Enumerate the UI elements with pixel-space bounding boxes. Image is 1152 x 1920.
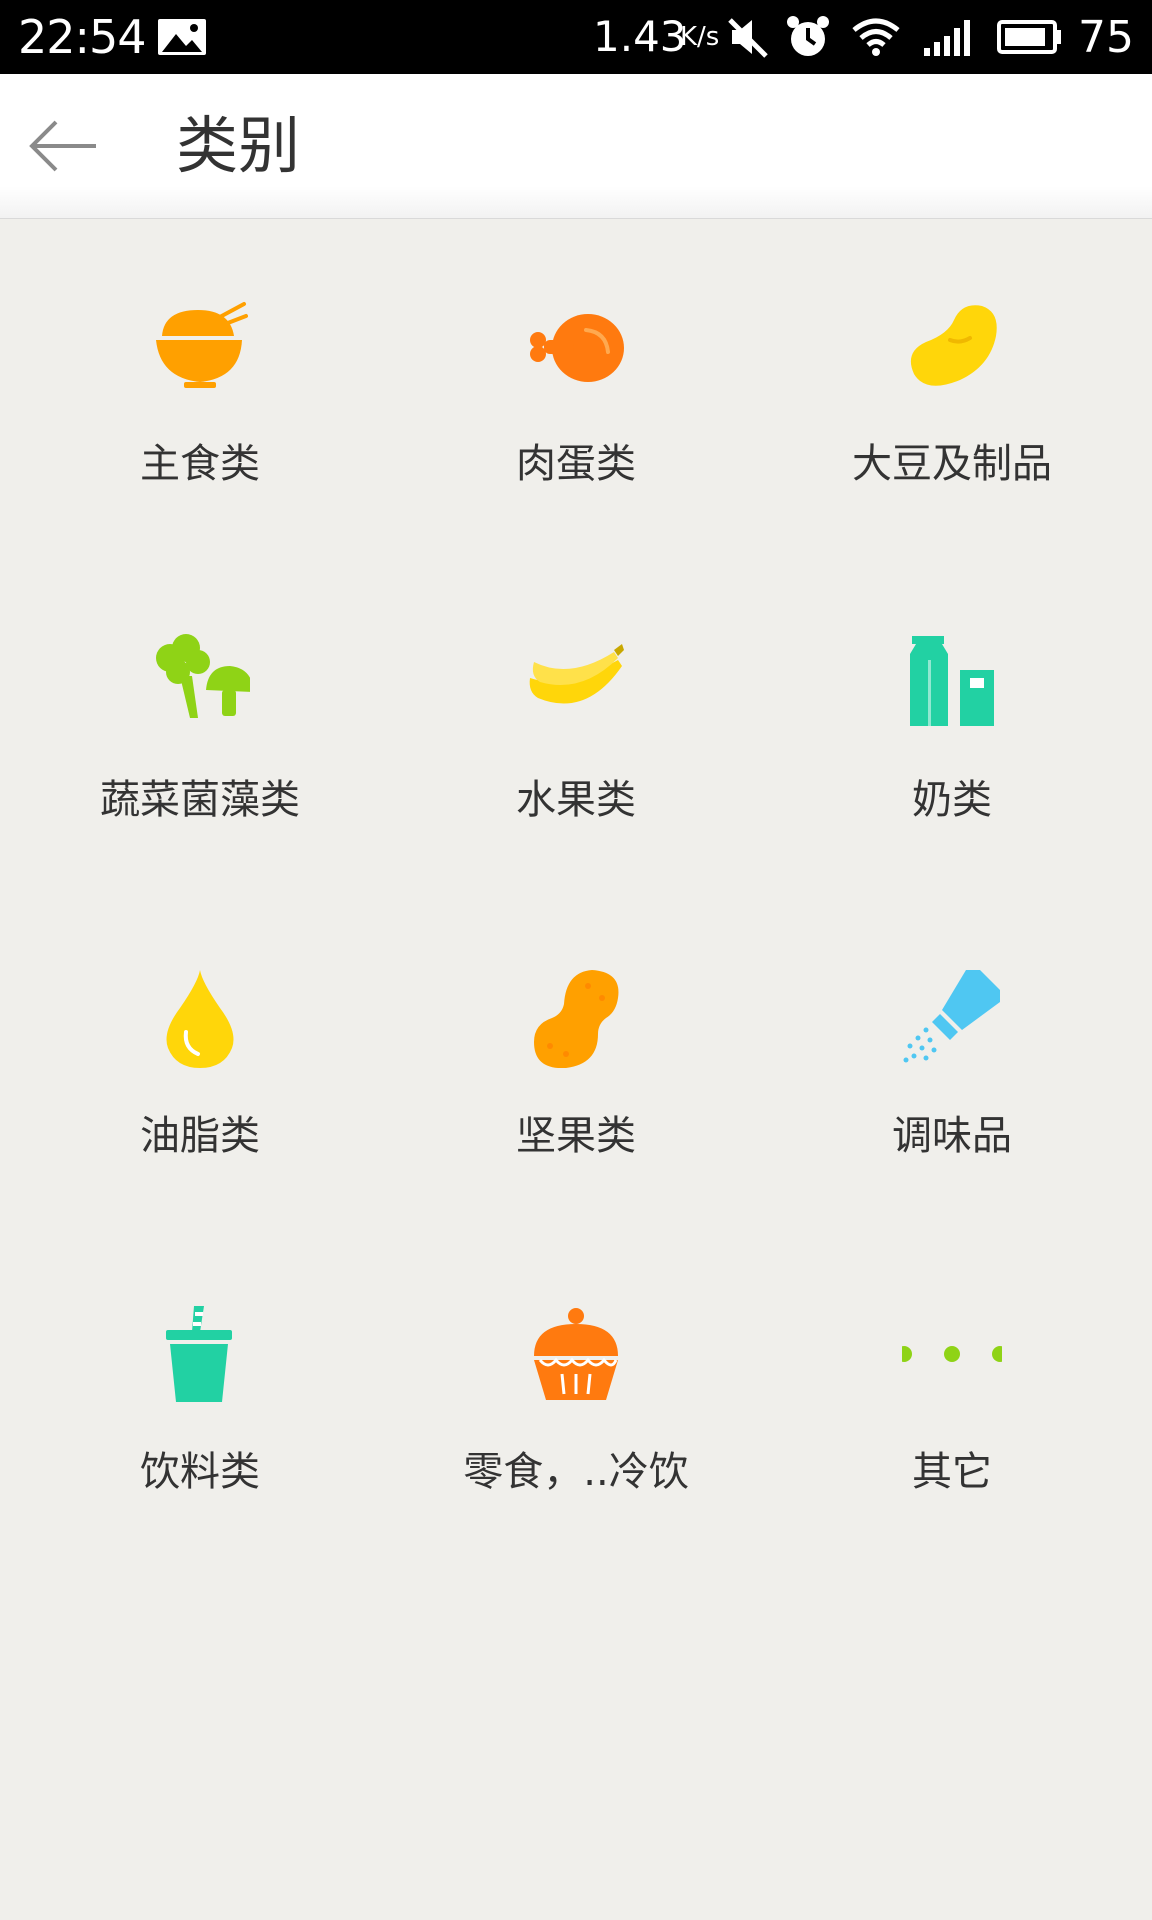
category-label: 调味品 bbox=[892, 1113, 1012, 1159]
rice-bowl-icon bbox=[156, 302, 248, 388]
category-label: 蔬菜菌藻类 bbox=[100, 777, 300, 823]
broccoli-mushroom-icon bbox=[156, 634, 250, 718]
category-label: 饮料类 bbox=[140, 1449, 260, 1495]
category-label: 大豆及制品 bbox=[852, 441, 1052, 487]
category-label: 水果类 bbox=[516, 777, 636, 823]
category-item-oil[interactable]: 油脂类 bbox=[12, 892, 388, 1228]
salt-shaker-icon bbox=[903, 970, 1000, 1063]
category-item-fruit[interactable]: 水果类 bbox=[388, 556, 764, 892]
battery-percent: 75 bbox=[1078, 12, 1134, 63]
more-dots-icon bbox=[902, 1346, 1002, 1362]
category-item-drinks[interactable]: 饮料类 bbox=[12, 1228, 388, 1564]
status-bar: 22:54 1.43 K/s 75 bbox=[0, 0, 1152, 74]
category-label: 油脂类 bbox=[140, 1113, 260, 1159]
oil-drop-icon bbox=[166, 970, 234, 1068]
alarm-icon bbox=[787, 16, 829, 56]
signal-icon bbox=[924, 20, 970, 56]
wifi-icon bbox=[852, 18, 900, 56]
category-item-soy[interactable]: 大豆及制品 bbox=[764, 220, 1140, 556]
category-label: 零食，..冷饮 bbox=[463, 1449, 689, 1495]
milk-carton-icon bbox=[910, 636, 994, 726]
peanut-icon bbox=[534, 970, 619, 1068]
battery-icon bbox=[997, 20, 1061, 54]
back-button[interactable] bbox=[22, 110, 102, 182]
net-speed-unit: K/s bbox=[680, 22, 720, 52]
banana-icon bbox=[529, 644, 624, 704]
category-label: 坚果类 bbox=[516, 1113, 636, 1159]
category-item-staple[interactable]: 主食类 bbox=[12, 220, 388, 556]
category-item-dairy[interactable]: 奶类 bbox=[764, 556, 1140, 892]
category-item-nuts[interactable]: 坚果类 bbox=[388, 892, 764, 1228]
category-item-other[interactable]: 其它 bbox=[764, 1228, 1140, 1564]
category-item-vegetables[interactable]: 蔬菜菌藻类 bbox=[12, 556, 388, 892]
drink-cup-icon bbox=[166, 1306, 232, 1402]
status-time: 22:54 bbox=[18, 10, 147, 64]
category-item-seasoning[interactable]: 调味品 bbox=[764, 892, 1140, 1228]
category-label: 其它 bbox=[912, 1449, 992, 1495]
app-header: 类别 bbox=[0, 74, 1152, 219]
gallery-icon bbox=[158, 19, 206, 55]
mute-icon bbox=[728, 18, 768, 58]
category-label: 奶类 bbox=[912, 777, 992, 823]
net-speed: 1.43 bbox=[593, 12, 687, 61]
bean-icon bbox=[910, 305, 997, 386]
page-title: 类别 bbox=[176, 109, 301, 182]
category-label: 主食类 bbox=[140, 441, 260, 487]
category-item-meat-egg[interactable]: 肉蛋类 bbox=[388, 220, 764, 556]
cupcake-icon bbox=[534, 1308, 618, 1400]
category-label: 肉蛋类 bbox=[516, 441, 636, 487]
category-item-snacks[interactable]: 零食，..冷饮 bbox=[388, 1228, 764, 1564]
arrow-left-icon bbox=[29, 120, 96, 172]
chicken-leg-icon bbox=[530, 314, 624, 382]
